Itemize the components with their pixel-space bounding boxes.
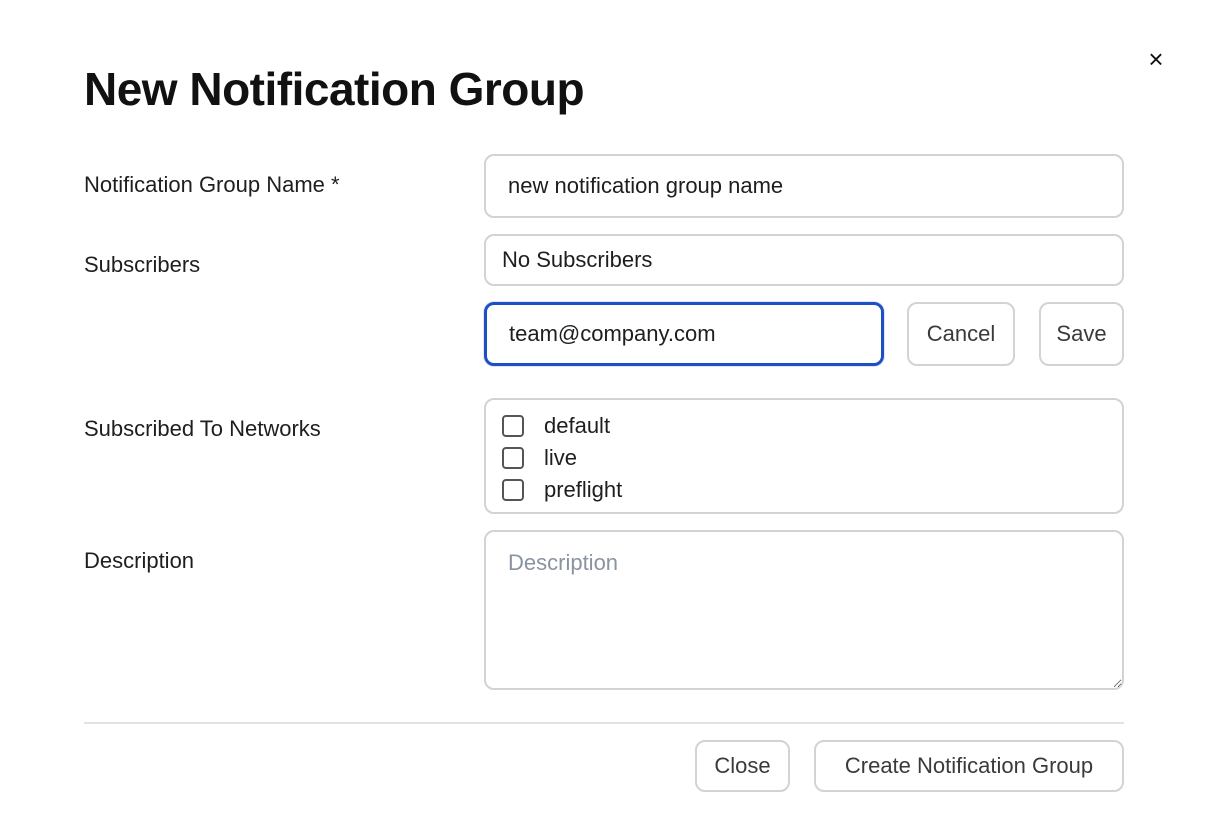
network-label: preflight [544,477,623,502]
footer-divider [84,722,1124,724]
cancel-subscriber-button[interactable]: Cancel [907,302,1015,366]
create-notification-group-button[interactable]: Create Notification Group [814,740,1124,792]
network-label: live [544,445,578,470]
close-icon[interactable]: × [1144,46,1168,72]
network-option-live: live [502,442,1106,474]
network-option-default: default [502,410,1106,442]
save-subscriber-button[interactable]: Save [1039,302,1124,366]
network-checkbox-preflight[interactable] [502,479,524,501]
subscribers-summary: No Subscribers [484,234,1124,286]
description-textarea[interactable] [484,530,1124,690]
network-checkbox-default[interactable] [502,415,524,437]
description-label: Description [84,548,195,573]
network-label: default [544,413,611,438]
subscribers-label: Subscribers [84,252,201,277]
network-option-preflight: preflight [502,474,1106,506]
close-button[interactable]: Close [695,740,790,792]
subscriber-email-input[interactable] [484,302,884,366]
networks-label: Subscribed To Networks [84,416,321,441]
network-checkbox-live[interactable] [502,447,524,469]
networks-list: default live preflight [484,398,1124,514]
group-name-input[interactable] [484,154,1124,218]
group-name-label: Notification Group Name * [84,172,340,197]
dialog-title: New Notification Group [84,63,585,115]
